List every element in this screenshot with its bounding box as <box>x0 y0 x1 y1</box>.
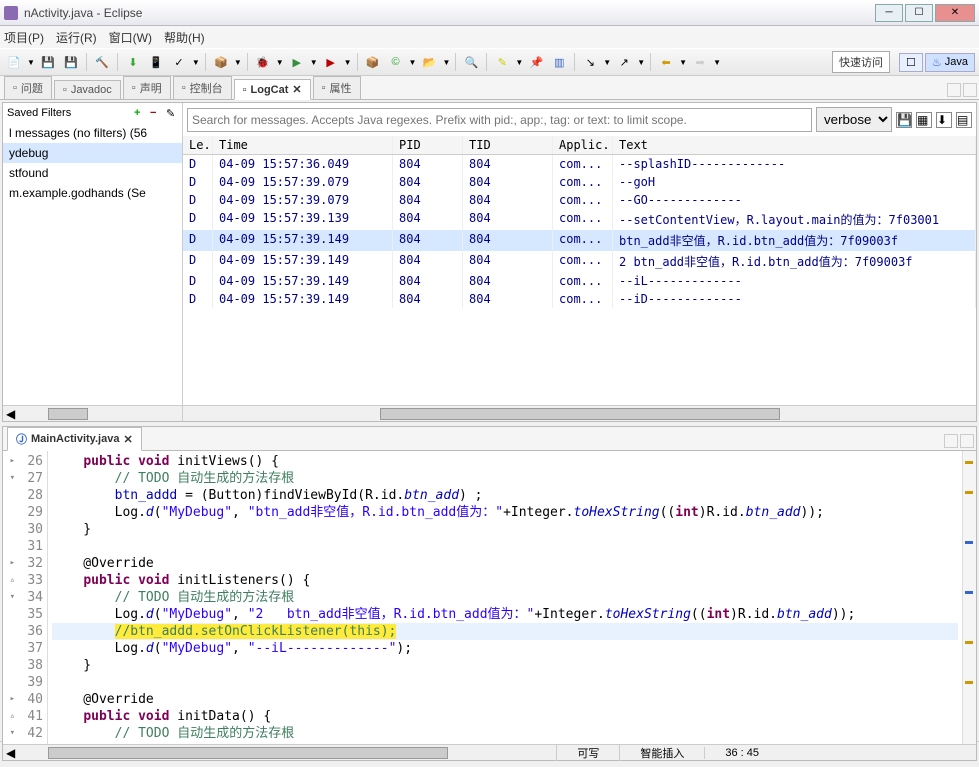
toggle-mark-button[interactable]: ✎ <box>492 52 512 72</box>
filters-list[interactable]: l messages (no filters) (56ydebugstfound… <box>3 123 182 405</box>
console-icon: ▫ <box>182 82 186 94</box>
prev-ann-button[interactable]: ↗ <box>614 52 634 72</box>
editor-maximize-icon[interactable] <box>960 434 974 448</box>
log-row[interactable]: D04-09 15:57:39.149804804com...--iD-----… <box>183 290 976 308</box>
ext-tools-button[interactable]: ▶ <box>321 52 341 72</box>
editor-tabstrip: Ⓙ MainActivity.java ✕ <box>3 427 976 451</box>
view-tab-props[interactable]: ▫属性 <box>313 76 361 99</box>
editor-minimize-icon[interactable] <box>944 434 958 448</box>
menu-project[interactable]: 项目(P) <box>4 29 44 46</box>
problem-icon: ▫ <box>13 82 17 94</box>
lint-button[interactable]: ✓ <box>169 52 189 72</box>
new-package-button[interactable]: 📦 <box>363 52 383 72</box>
java-perspective-button[interactable]: ♨Java <box>925 53 975 72</box>
edit-filter-icon[interactable]: ✎ <box>166 107 178 119</box>
log-row[interactable]: D04-09 15:57:39.079804804com...--goH <box>183 173 976 191</box>
filters-hscroll[interactable]: ◀ <box>3 405 182 421</box>
new-button[interactable]: 📄 <box>4 52 24 72</box>
log-col-header[interactable]: Text <box>613 136 976 154</box>
logcat-search-input[interactable] <box>187 108 812 132</box>
log-col-header[interactable]: Time <box>213 136 393 154</box>
open-type-button[interactable]: 📂 <box>419 52 439 72</box>
log-col-header[interactable]: TID <box>463 136 553 154</box>
fwd-button[interactable]: ➡ <box>690 52 710 72</box>
props-icon: ▫ <box>322 82 326 94</box>
filter-item[interactable]: stfound <box>3 163 182 183</box>
log-row[interactable]: D04-09 15:57:39.149804804com...--iL-----… <box>183 272 976 290</box>
log-row[interactable]: D04-09 15:57:39.149804804com...2 btn_add… <box>183 251 976 272</box>
avd-button[interactable]: 📱 <box>146 52 166 72</box>
javadoc-icon: ▫ <box>63 84 67 96</box>
menu-window[interactable]: 窗口(W) <box>109 29 152 46</box>
views-tabstrip: ▫问题▫Javadoc▫声明▫控制台▫LogCat ✕▫属性 <box>0 76 979 100</box>
editor-hscroll[interactable]: ◀ <box>3 744 976 760</box>
editor-tab[interactable]: Ⓙ MainActivity.java ✕ <box>7 427 142 451</box>
decl-icon: ▫ <box>132 82 136 94</box>
saved-filters-label: Saved Filters <box>7 107 130 119</box>
status-writable: 可写 <box>556 745 619 761</box>
main-toolbar: 📄▼ 💾 💾 🔨 ⬇ 📱 ✓▼ 📦▼ 🐞▼ ▶▼ ▶▼ 📦 ©▼ 📂▼ 🔍 ✎▼… <box>0 48 979 76</box>
next-ann-button[interactable]: ↘ <box>580 52 600 72</box>
close-button[interactable]: ✕ <box>935 4 975 22</box>
titlebar: nActivity.java - Eclipse ─ ☐ ✕ <box>0 0 979 26</box>
clear-log-icon[interactable]: ▦ <box>916 112 932 128</box>
log-row[interactable]: D04-09 15:57:39.139804804com...--setCont… <box>183 209 976 230</box>
outline-button[interactable]: ▥ <box>549 52 569 72</box>
window-title: nActivity.java - Eclipse <box>24 6 875 20</box>
java-file-icon: Ⓙ <box>16 431 27 447</box>
sdk-button[interactable]: ⬇ <box>123 52 143 72</box>
remove-filter-icon[interactable]: − <box>150 107 162 119</box>
view-tab-console[interactable]: ▫控制台 <box>173 76 232 99</box>
search-button[interactable]: 🔍 <box>461 52 481 72</box>
scroll-lock-icon[interactable]: ⬇ <box>936 112 952 128</box>
menu-run[interactable]: 运行(R) <box>56 29 97 46</box>
log-col-header[interactable]: Le... <box>183 136 213 154</box>
new-class-button[interactable]: © <box>386 52 406 72</box>
saveall-button[interactable]: 💾 <box>61 52 81 72</box>
tool-button[interactable]: 🔨 <box>92 52 112 72</box>
logcat-hscroll[interactable] <box>183 405 976 421</box>
add-filter-icon[interactable]: + <box>134 107 146 119</box>
menubar: 项目(P) 运行(R) 窗口(W) 帮助(H) <box>0 26 979 48</box>
saved-filters-panel: Saved Filters + − ✎ l messages (no filte… <box>3 103 183 421</box>
view-tab-javadoc[interactable]: ▫Javadoc <box>54 80 121 99</box>
log-col-header[interactable]: Applic... <box>553 136 613 154</box>
close-tab-icon[interactable]: ✕ <box>123 433 132 446</box>
view-tab-logcat[interactable]: ▫LogCat ✕ <box>234 79 311 100</box>
view-minimize-icon[interactable] <box>947 83 961 97</box>
new-proj-button[interactable]: 📦 <box>211 52 231 72</box>
quick-access[interactable]: 快速访问 <box>832 51 890 73</box>
save-log-icon[interactable]: 💾 <box>896 112 912 128</box>
status-insert: 智能插入 <box>619 745 704 761</box>
log-row[interactable]: D04-09 15:57:39.149804804com...btn_add非空… <box>183 230 976 251</box>
pin-button[interactable]: 📌 <box>526 52 546 72</box>
display-icon[interactable]: ▤ <box>956 112 972 128</box>
maximize-button[interactable]: ☐ <box>905 4 933 22</box>
view-maximize-icon[interactable] <box>963 83 977 97</box>
app-icon <box>4 6 18 20</box>
view-tab-decl[interactable]: ▫声明 <box>123 76 171 99</box>
save-button[interactable]: 💾 <box>38 52 58 72</box>
minimize-button[interactable]: ─ <box>875 4 903 22</box>
filter-item[interactable]: ydebug <box>3 143 182 163</box>
back-button[interactable]: ⬅ <box>656 52 676 72</box>
view-tab-problem[interactable]: ▫问题 <box>4 76 52 99</box>
log-level-select[interactable]: verbose <box>816 107 892 132</box>
filter-item[interactable]: m.example.godhands (Se <box>3 183 182 203</box>
overview-ruler[interactable] <box>962 451 976 744</box>
log-row[interactable]: D04-09 15:57:36.049804804com...--splashI… <box>183 155 976 173</box>
close-tab-icon[interactable]: ✕ <box>292 83 301 96</box>
run-button[interactable]: ▶ <box>287 52 307 72</box>
logcat-icon: ▫ <box>243 84 247 96</box>
menu-help[interactable]: 帮助(H) <box>164 29 205 46</box>
log-col-header[interactable]: PID <box>393 136 463 154</box>
logcat-table[interactable]: Le...TimePIDTIDApplic...Text D04-09 15:5… <box>183 136 976 405</box>
filter-item[interactable]: l messages (no filters) (56 <box>3 123 182 143</box>
debug-button[interactable]: 🐞 <box>253 52 273 72</box>
open-perspective-button[interactable]: ☐ <box>899 53 923 72</box>
status-cursor-pos: 36 : 45 <box>704 747 779 759</box>
editor-tab-label: MainActivity.java <box>31 433 119 445</box>
log-row[interactable]: D04-09 15:57:39.079804804com...--GO-----… <box>183 191 976 209</box>
code-editor[interactable]: 26▸27▾2829303132▸33▵34▾353637383940▸41▵4… <box>3 451 976 744</box>
